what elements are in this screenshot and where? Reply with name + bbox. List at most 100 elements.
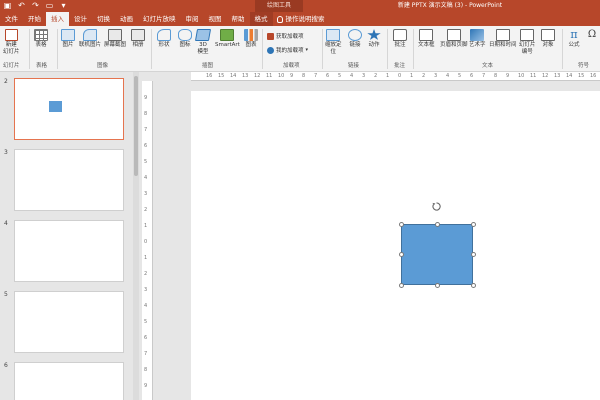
table-button[interactable]: 表格: [34, 29, 48, 49]
start-from-beginning-icon[interactable]: ▭: [45, 1, 54, 10]
lightbulb-icon: [276, 15, 283, 23]
date-time-button[interactable]: 日期和时间: [489, 29, 517, 49]
link-button[interactable]: 链接: [348, 29, 362, 49]
new-slide-button[interactable]: 新建 幻灯片: [3, 29, 20, 56]
ruler-label: 9: [506, 73, 510, 79]
chart-button[interactable]: 图表: [244, 29, 258, 49]
slide-thumbnail-2[interactable]: [14, 78, 124, 140]
tab-animations[interactable]: 动画: [115, 12, 138, 26]
online-picture-button[interactable]: 联机图片: [79, 29, 101, 49]
rotation-handle-icon[interactable]: [432, 202, 441, 211]
group-slides: 幻灯片: [3, 63, 20, 69]
ruler-label: 2: [144, 271, 148, 277]
tab-slideshow[interactable]: 幻灯片放映: [138, 12, 181, 26]
picture-button[interactable]: 图片: [61, 29, 75, 49]
resize-handle-bottom[interactable]: [434, 282, 440, 288]
ruler-label: 4: [144, 175, 148, 181]
slide-thumbnail-3[interactable]: [14, 149, 124, 211]
thumbnail-number: 5: [4, 291, 8, 298]
tab-format[interactable]: 格式: [249, 12, 273, 26]
header-footer-button[interactable]: 页眉和页脚: [440, 29, 468, 49]
globe-link-icon: [348, 29, 362, 41]
smartart-icon: [220, 29, 235, 41]
tab-insert[interactable]: 插入: [46, 12, 69, 26]
tab-review[interactable]: 审阅: [181, 12, 204, 26]
table-icon: [34, 29, 48, 41]
ruler-label: 15: [218, 73, 225, 79]
ruler-label: 0: [398, 73, 402, 79]
slide-thumbnail-4[interactable]: [14, 220, 124, 282]
group-symbols: 符号: [578, 63, 590, 69]
ruler-label: 1: [410, 73, 414, 79]
shapes-button[interactable]: 形状: [157, 29, 171, 49]
resize-handle-right[interactable]: [470, 251, 476, 257]
ruler-label: 11: [266, 73, 273, 79]
ribbon-insert: 新建 幻灯片 幻灯片 表格 表格 图片 联机图片 屏幕截图 相册 图像 形状 图…: [0, 26, 600, 72]
slide-thumbnail-6[interactable]: [14, 362, 124, 400]
ruler-label: 8: [302, 73, 306, 79]
selected-rectangle-shape[interactable]: [401, 224, 473, 285]
smartart-button[interactable]: SmartArt: [215, 29, 240, 49]
thumbnail-scrollbar[interactable]: [133, 72, 139, 400]
star-action-icon: [367, 29, 381, 40]
ruler-label: 16: [206, 73, 213, 79]
tell-me-search[interactable]: 操作说明搜索: [273, 12, 329, 26]
equation-button[interactable]: π 公式: [567, 29, 581, 49]
tab-help[interactable]: 帮助: [227, 12, 250, 26]
slide-number-button[interactable]: 幻灯片 编号: [519, 29, 536, 56]
textbox-button[interactable]: 文本框: [418, 29, 435, 49]
customize-qat-icon[interactable]: ▾: [59, 1, 68, 10]
bar-chart-icon: [244, 29, 258, 41]
ribbon-tabs: 文件 开始 插入 设计 切换 动画 幻灯片放映 审阅 视图 帮助 格式 操作说明…: [0, 12, 600, 26]
comment-button[interactable]: 批注: [393, 29, 407, 49]
new-slide-icon: [4, 29, 18, 41]
tab-home[interactable]: 开始: [23, 12, 46, 26]
object-button[interactable]: 对象: [541, 29, 555, 49]
slide-thumbnail-pane: 2 3 4 5 6: [0, 72, 142, 400]
resize-handle-bottom-right[interactable]: [470, 282, 476, 288]
ruler-label: 2: [374, 73, 378, 79]
photo-album-icon: [131, 29, 145, 41]
3d-models-button[interactable]: 3D 模型: [194, 29, 212, 56]
tab-transitions[interactable]: 切换: [92, 12, 115, 26]
redo-icon[interactable]: ↷: [31, 1, 40, 10]
resize-handle-left[interactable]: [398, 251, 404, 257]
wordart-button[interactable]: 艺术字: [469, 29, 486, 49]
thumbnail-number: 4: [4, 220, 8, 227]
tab-file[interactable]: 文件: [0, 12, 23, 26]
resize-handle-bottom-left[interactable]: [398, 282, 404, 288]
tab-design[interactable]: 设计: [69, 12, 92, 26]
my-addins-dropdown-icon: ▾: [305, 47, 309, 53]
online-picture-icon: [83, 29, 97, 41]
undo-icon[interactable]: ↶: [17, 1, 26, 10]
save-icon[interactable]: ▣: [3, 1, 12, 10]
ruler-label: 16: [590, 73, 597, 79]
get-addins-button[interactable]: 获取加载项: [267, 32, 304, 40]
slide-thumbnail-5[interactable]: [14, 291, 124, 353]
action-button[interactable]: 动作: [367, 29, 381, 49]
resize-handle-top-left[interactable]: [398, 221, 404, 227]
symbol-button[interactable]: Ω: [587, 29, 597, 42]
screenshot-button[interactable]: 屏幕截图: [104, 29, 126, 49]
ruler-label: 7: [314, 73, 318, 79]
zoom-button[interactable]: 缩放定 位: [325, 29, 342, 56]
document-title: 新建 PPTX 演示文稿 (3) - PowerPoint: [397, 2, 503, 9]
my-addins-button[interactable]: 我的加载项 ▾: [267, 46, 308, 54]
tab-view[interactable]: 视图: [204, 12, 227, 26]
photo-album-button[interactable]: 相册: [131, 29, 145, 49]
textbox-icon: [419, 29, 434, 41]
scrollbar-thumb[interactable]: [134, 76, 138, 176]
ruler-label: 6: [144, 335, 148, 341]
ruler-label: 14: [230, 73, 237, 79]
icons-button[interactable]: 图标: [178, 29, 192, 49]
ruler-label: 15: [578, 73, 585, 79]
current-slide[interactable]: [191, 91, 600, 400]
ruler-label: 1: [144, 223, 148, 229]
resize-handle-top[interactable]: [434, 221, 440, 227]
group-illustrations: 插图: [202, 63, 214, 69]
ruler-label: 8: [144, 111, 148, 117]
resize-handle-top-right[interactable]: [470, 221, 476, 227]
group-addins: 加载项: [283, 63, 300, 69]
ruler-label: 2: [422, 73, 426, 79]
ruler-label: 10: [518, 73, 525, 79]
